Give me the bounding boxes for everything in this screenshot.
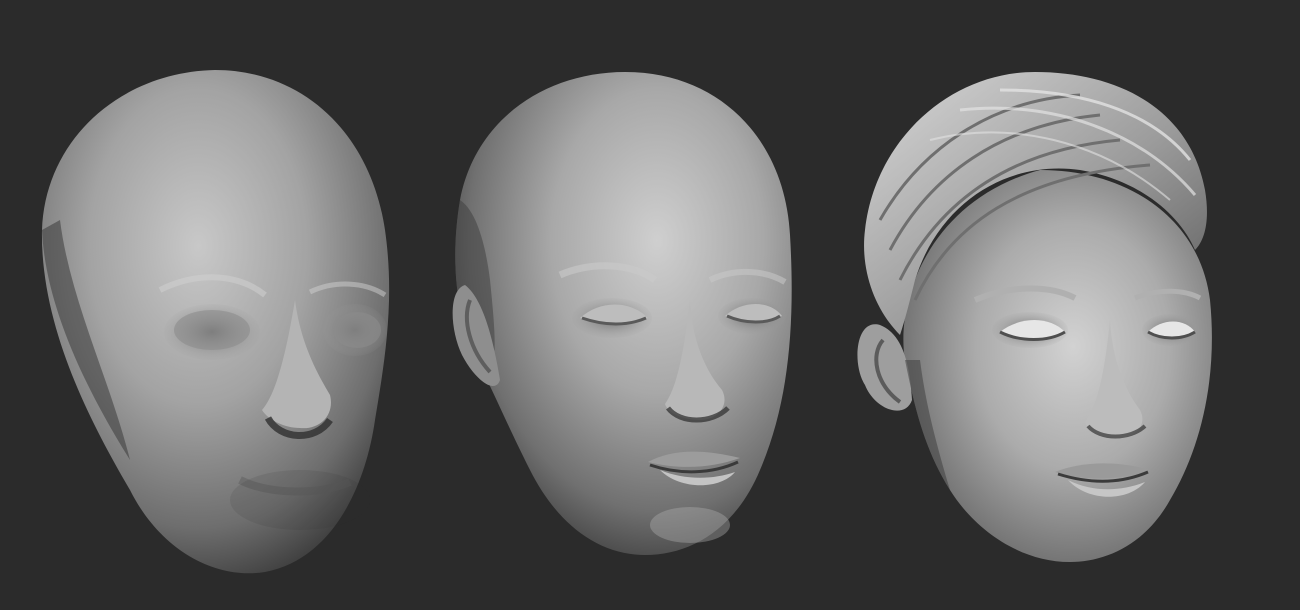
sculpt-progression-viewport — [41, 70, 1212, 574]
head-sculpt-refined-icon — [452, 72, 792, 555]
head-sculpt-detailed-hair-icon — [857, 72, 1212, 562]
head-sculpt-blockout-icon — [41, 70, 390, 574]
viewport-canvas — [0, 0, 1300, 610]
